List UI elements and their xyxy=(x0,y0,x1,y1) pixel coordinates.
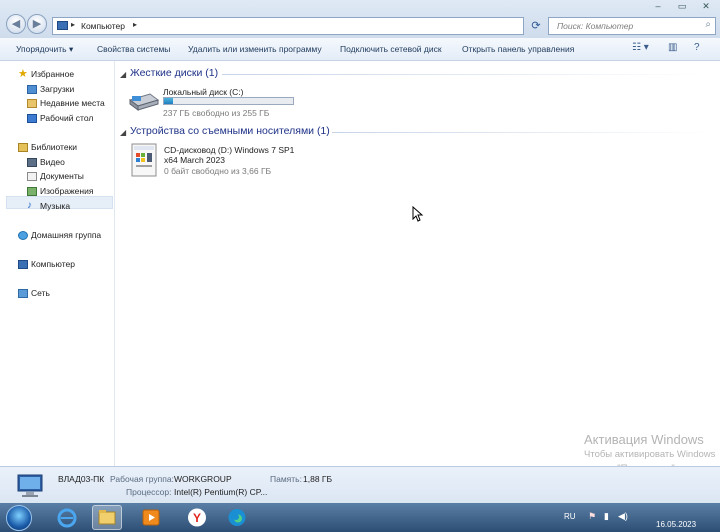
open-control-panel-button[interactable]: Открыть панель управления xyxy=(462,44,574,54)
map-network-drive-button[interactable]: Подключить сетевой диск xyxy=(340,44,442,54)
preview-pane-icon[interactable]: ▥ xyxy=(668,42,677,53)
explorer-taskbar-button[interactable] xyxy=(92,505,122,530)
back-button[interactable]: ◀ xyxy=(6,14,26,34)
breadcrumb-computer[interactable]: Компьютер xyxy=(81,21,125,31)
nav-music-label: Музыка xyxy=(40,201,71,211)
nav-favorites-label: Избранное xyxy=(31,69,75,79)
system-properties-button[interactable]: Свойства системы xyxy=(97,44,170,54)
drive-d-free-space: 0 байт свободно из 3,66 ГБ xyxy=(164,166,272,176)
workgroup-label: Рабочая группа: xyxy=(110,474,174,484)
drive-c-usage-fill xyxy=(164,98,173,104)
nav-documents-label: Документы xyxy=(40,171,84,181)
nav-downloads-label: Загрузки xyxy=(40,84,75,94)
group-divider xyxy=(222,74,712,75)
drive-c-free-space: 237 ГБ свободно из 255 ГБ xyxy=(163,108,270,118)
view-options-icon[interactable]: ☷ ▾ xyxy=(632,42,649,53)
edge-browser-icon[interactable] xyxy=(222,505,252,530)
organize-label: Упорядочить xyxy=(16,44,67,54)
nav-desktop-label: Рабочий стол xyxy=(40,113,94,123)
nav-computer-label: Компьютер xyxy=(31,259,75,269)
help-icon[interactable]: ? xyxy=(694,42,700,53)
video-icon xyxy=(27,158,37,167)
nav-libraries-label: Библиотеки xyxy=(31,142,78,152)
details-pane: ВЛАД03-ПК Рабочая группа: WORKGROUP Памя… xyxy=(0,466,720,504)
memory-label: Память: xyxy=(270,474,302,484)
hard-drive-icon[interactable] xyxy=(128,88,160,114)
star-icon: ★ xyxy=(18,68,28,80)
music-icon: ♪ xyxy=(27,200,32,211)
action-center-icon[interactable]: ⚑ xyxy=(588,511,596,522)
command-bar: Упорядочить ▾ Свойства системы Удалить и… xyxy=(0,38,720,61)
memory-value: 1,88 ГБ xyxy=(303,474,333,484)
address-bar[interactable]: ▸ Компьютер ▸ ▾ xyxy=(52,17,567,35)
maximize-icon[interactable]: ▭ xyxy=(670,0,694,13)
computer-icon xyxy=(57,21,68,30)
drive-d-name-line2[interactable]: x64 March 2023 xyxy=(164,155,225,165)
activation-watermark-title: Активация Windows xyxy=(584,432,704,447)
tray-date[interactable]: 16.05.2023 xyxy=(656,520,696,529)
mouse-cursor-icon xyxy=(412,205,424,224)
search-placeholder: Поиск: Компьютер xyxy=(557,21,634,31)
nav-images-label: Изображения xyxy=(40,186,94,196)
group-header-removable[interactable]: Устройства со съемными носителями (1) xyxy=(130,125,330,137)
address-row: ◀ ▶ ▸ Компьютер ▸ ▾ ⟳ Поиск: Компьютер ⌕… xyxy=(0,0,720,38)
recent-places-icon xyxy=(27,99,37,108)
nav-network-label: Сеть xyxy=(31,288,50,298)
window-controls: – ▭ ✕ xyxy=(646,0,720,14)
organize-button[interactable]: Упорядочить ▾ xyxy=(16,44,73,55)
close-icon[interactable]: ✕ xyxy=(694,0,718,13)
computer-icon xyxy=(18,260,28,269)
computer-large-icon xyxy=(16,473,46,499)
network-tray-icon[interactable]: ▮ xyxy=(604,511,609,522)
media-player-icon[interactable] xyxy=(136,505,166,530)
homegroup-icon xyxy=(18,231,28,240)
search-input[interactable]: Поиск: Компьютер ⌕ xyxy=(548,17,716,35)
activation-watermark-line2: Чтобы активировать Windows xyxy=(584,449,716,460)
libraries-icon xyxy=(18,143,28,152)
images-icon xyxy=(27,187,37,196)
network-icon xyxy=(18,289,28,298)
breadcrumb-arrow-icon[interactable]: ▸ xyxy=(71,20,75,29)
taskbar: Y RU ⚑ ▮ ◀) 16.05.2023 xyxy=(0,503,720,532)
cd-drive-icon[interactable] xyxy=(130,143,158,177)
uninstall-program-button[interactable]: Удалить или изменить программу xyxy=(188,44,322,54)
group-divider xyxy=(332,132,712,133)
workgroup-value: WORKGROUP xyxy=(174,474,232,484)
nav-video-label: Видео xyxy=(40,157,65,167)
internet-explorer-icon[interactable] xyxy=(52,505,82,530)
drive-c-name[interactable]: Локальный диск (C:) xyxy=(163,87,243,97)
language-indicator[interactable]: RU xyxy=(564,512,576,521)
cpu-value: Intel(R) Pentium(R) CP... xyxy=(174,487,268,497)
drive-d-name-line1[interactable]: CD-дисковод (D:) Windows 7 SP1 xyxy=(164,145,294,155)
documents-icon xyxy=(27,172,37,181)
volume-icon[interactable]: ◀) xyxy=(618,511,628,522)
start-button[interactable] xyxy=(6,505,32,531)
collapse-hard-drives-icon[interactable]: ◢ xyxy=(120,70,126,79)
breadcrumb-arrow-icon[interactable]: ▸ xyxy=(133,20,137,29)
drive-c-usage-bar xyxy=(163,97,294,105)
nav-recent-label: Недавние места xyxy=(40,98,105,108)
svg-text:Y: Y xyxy=(193,511,201,525)
nav-homegroup-label: Домашняя группа xyxy=(31,230,102,240)
computer-name: ВЛАД03-ПК xyxy=(58,474,105,484)
desktop-icon xyxy=(27,114,37,123)
group-header-hard-drives[interactable]: Жесткие диски (1) xyxy=(130,67,218,79)
minimize-icon[interactable]: – xyxy=(646,0,670,13)
yandex-browser-icon[interactable]: Y xyxy=(182,505,212,530)
collapse-removable-icon[interactable]: ◢ xyxy=(120,128,126,137)
search-icon[interactable]: ⌕ xyxy=(705,19,711,30)
refresh-icon[interactable]: ⟳ xyxy=(528,17,544,35)
cpu-label: Процессор: xyxy=(126,487,172,497)
downloads-icon xyxy=(27,85,37,94)
forward-button[interactable]: ▶ xyxy=(27,14,47,34)
